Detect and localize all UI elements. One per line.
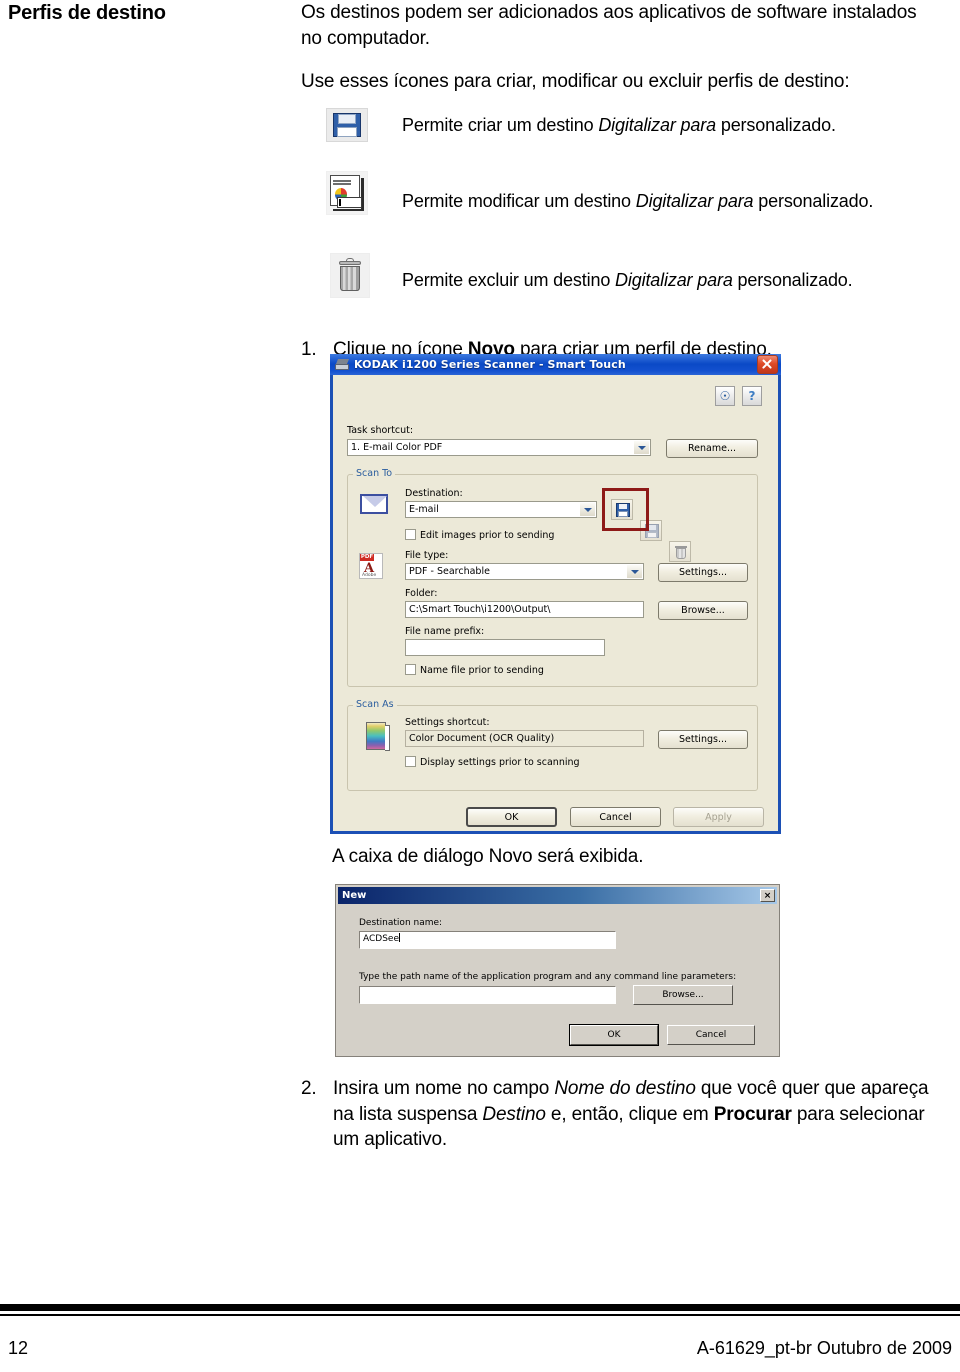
name-file-checkbox-label: Name file prior to sending	[420, 665, 544, 676]
scan-as-settings-button[interactable]: Settings...	[658, 730, 748, 749]
modify-document-icon	[326, 171, 368, 215]
email-envelope-icon	[360, 494, 388, 514]
step2-italic-nome-destino: Nome do destino	[554, 1078, 696, 1099]
destination-label: Destination:	[405, 488, 463, 499]
display-settings-checkbox-label: Display settings prior to scanning	[420, 757, 580, 768]
icon-description: Permite excluir um destino Digitalizar p…	[402, 269, 853, 291]
floppy-save-icon	[326, 108, 368, 142]
path-browse-button[interactable]: Browse...	[633, 985, 733, 1005]
desc-text-italic: Digitalizar para	[615, 270, 733, 290]
display-settings-checkbox[interactable]	[405, 756, 416, 767]
destination-name-input[interactable]: ACDSee	[359, 931, 616, 949]
file-type-label: File type:	[405, 550, 449, 561]
step2-bold-procurar: Procurar	[713, 1103, 792, 1125]
close-icon[interactable]	[757, 355, 778, 374]
intro-text-column: Os destinos podem ser adicionados aos ap…	[301, 0, 941, 95]
apply-button: Apply	[673, 807, 764, 827]
footer-page-number: 12	[8, 1338, 29, 1358]
settings-shortcut-label: Settings shortcut:	[405, 717, 490, 728]
scanner-icon	[335, 358, 350, 371]
destination-name-value: ACDSee	[363, 934, 399, 944]
destination-name-label: Destination name:	[359, 918, 443, 928]
new-dialog-ok-button[interactable]: OK	[569, 1024, 659, 1046]
new-dialog-caption: A caixa de diálogo Novo será exibida.	[332, 846, 644, 867]
step2-text-c: e, então, clique em	[545, 1103, 714, 1125]
settings-shortcut-value: Color Document (OCR Quality)	[409, 733, 555, 744]
desc-text-after: personalizado.	[732, 270, 853, 290]
chevron-down-icon[interactable]	[580, 503, 595, 516]
dialog-title: KODAK i1200 Series Scanner - Smart Touch	[354, 358, 626, 371]
smart-touch-dialog-screenshot: KODAK i1200 Series Scanner - Smart Touch…	[330, 354, 781, 834]
destination-value: E-mail	[409, 504, 439, 515]
intro-paragraph-2: Use esses ícones para criar, modificar o…	[301, 71, 850, 92]
icon-description: Permite criar um destino Digitalizar par…	[402, 114, 836, 136]
step2-italic-destino: Destino	[482, 1103, 546, 1125]
task-shortcut-combo[interactable]: 1. E-mail Color PDF	[347, 439, 651, 456]
edit-images-checkbox-label: Edit images prior to sending	[420, 530, 555, 541]
new-dialog-cancel-button[interactable]: Cancel	[667, 1025, 755, 1045]
new-dialog-titlebar: New ×	[338, 887, 777, 904]
desc-text-before: Permite criar um destino	[402, 115, 599, 135]
dialog-body: ☉ ? Task shortcut: 1. E-mail Color PDF R…	[333, 375, 778, 831]
delete-destination-icon[interactable]	[669, 541, 691, 562]
configure-help-icon[interactable]: ☉	[715, 386, 735, 406]
desc-text-before: Permite excluir um destino	[402, 270, 616, 290]
edit-images-checkbox[interactable]	[405, 529, 416, 540]
desc-text-after: personalizado.	[715, 115, 836, 135]
settings-shortcut-value-field: Color Document (OCR Quality)	[405, 730, 644, 747]
footer-rule-thin	[0, 1314, 960, 1316]
desc-text-before: Permite modificar um destino	[402, 191, 636, 211]
step-2: 2. Insira um nome no campo Nome do desti…	[301, 1076, 941, 1153]
file-type-combo[interactable]: PDF - Searchable	[405, 563, 644, 580]
folder-label: Folder:	[405, 588, 438, 599]
file-type-settings-button[interactable]: Settings...	[658, 563, 748, 582]
file-name-prefix-label: File name prefix:	[405, 626, 485, 637]
file-name-prefix-input[interactable]	[405, 639, 605, 656]
close-icon[interactable]: ×	[760, 889, 775, 902]
page-title: Perfis de destino	[8, 2, 166, 24]
question-help-icon[interactable]: ?	[742, 386, 762, 406]
color-document-icon	[366, 722, 390, 751]
ok-button[interactable]: OK	[466, 807, 557, 827]
destination-combo[interactable]: E-mail	[405, 501, 597, 518]
desc-text-after: personalizado.	[753, 191, 874, 211]
name-file-checkbox[interactable]	[405, 664, 416, 675]
dialog-titlebar: KODAK i1200 Series Scanner - Smart Touch	[330, 354, 781, 375]
text-caret	[399, 933, 400, 942]
folder-input[interactable]: C:\Smart Touch\i1200\Output\	[405, 601, 644, 618]
icon-description: Permite modificar um destino Digitalizar…	[402, 190, 873, 212]
new-dialog-screenshot: New × Destination name: ACDSee Type the …	[335, 884, 780, 1057]
path-label: Type the path name of the application pr…	[359, 972, 737, 982]
step-number: 1.	[301, 339, 317, 360]
pdf-file-icon: PDF A Adobe	[359, 553, 383, 579]
task-shortcut-label: Task shortcut:	[347, 425, 414, 436]
cancel-button[interactable]: Cancel	[570, 807, 661, 827]
chevron-down-icon[interactable]	[627, 565, 642, 578]
step-text: Insira um nome no campo Nome do destino …	[333, 1076, 941, 1153]
intro-paragraph-1: Os destinos podem ser adicionados aos ap…	[301, 2, 917, 49]
highlight-rectangle	[602, 488, 649, 531]
footer-rule-thick	[0, 1304, 960, 1311]
folder-browse-button[interactable]: Browse...	[658, 601, 748, 620]
desc-text-italic: Digitalizar para	[598, 115, 716, 135]
chevron-down-icon[interactable]	[634, 441, 649, 454]
footer-doc-reference: A-61629_pt-br Outubro de 2009	[696, 1338, 952, 1358]
new-dialog-title: New	[342, 890, 367, 901]
file-type-value: PDF - Searchable	[409, 566, 490, 577]
path-input[interactable]	[359, 986, 616, 1004]
rename-button[interactable]: Rename...	[666, 439, 758, 458]
trash-delete-icon	[330, 253, 370, 298]
task-shortcut-value: 1. E-mail Color PDF	[351, 442, 443, 453]
desc-text-italic: Digitalizar para	[635, 191, 754, 211]
folder-value: C:\Smart Touch\i1200\Output\	[409, 604, 551, 615]
scan-to-group-label: Scan To	[353, 468, 396, 479]
scan-as-group-label: Scan As	[353, 699, 397, 710]
step-number: 2.	[301, 1078, 317, 1099]
step2-text-a: Insira um nome no campo	[333, 1078, 555, 1099]
